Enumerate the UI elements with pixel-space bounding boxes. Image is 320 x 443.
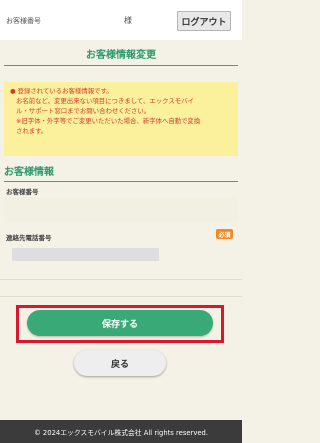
member-number-value (4, 197, 238, 223)
notice-line: ※旧字体・外字等でご変更いただいた場合、新字体へ自動で変換 (16, 117, 201, 125)
divider (0, 296, 242, 297)
notice-line: ル・サポート窓口までお問い合わせください。 (16, 107, 151, 115)
back-button[interactable]: 戻る (74, 350, 166, 376)
top-bar: お客様番号 様 ログアウト (0, 0, 242, 40)
notice-line: されます。 (16, 127, 48, 135)
page-title: お客様情報変更 (4, 47, 238, 66)
notice-line: ● 登録されているお客様情報です。 (10, 87, 113, 95)
header-member-number-label: お客様番号 (6, 17, 41, 25)
member-number-label: お客様番号 (6, 188, 39, 196)
contact-phone-label: 連絡先電話番号 (6, 234, 52, 242)
save-button[interactable]: 保存する (27, 310, 213, 336)
logout-button[interactable]: ログアウト (177, 11, 231, 31)
required-badge: 必須 (216, 229, 233, 239)
notice-box: ● 登録されているお客様情報です。 お名前など、変更出来ない項目につきまして、エ… (4, 82, 238, 156)
footer-copyright: © 2024エックスモバイル株式会社 All rights reserved. (0, 420, 242, 443)
customer-info-heading: お客様情報 (4, 165, 238, 182)
contact-phone-input[interactable] (12, 248, 159, 261)
divider (0, 279, 242, 280)
notice-line: お名前など、変更出来ない項目につきまして、エックスモバイ (16, 97, 194, 105)
header-honorific: 様 (124, 16, 132, 25)
